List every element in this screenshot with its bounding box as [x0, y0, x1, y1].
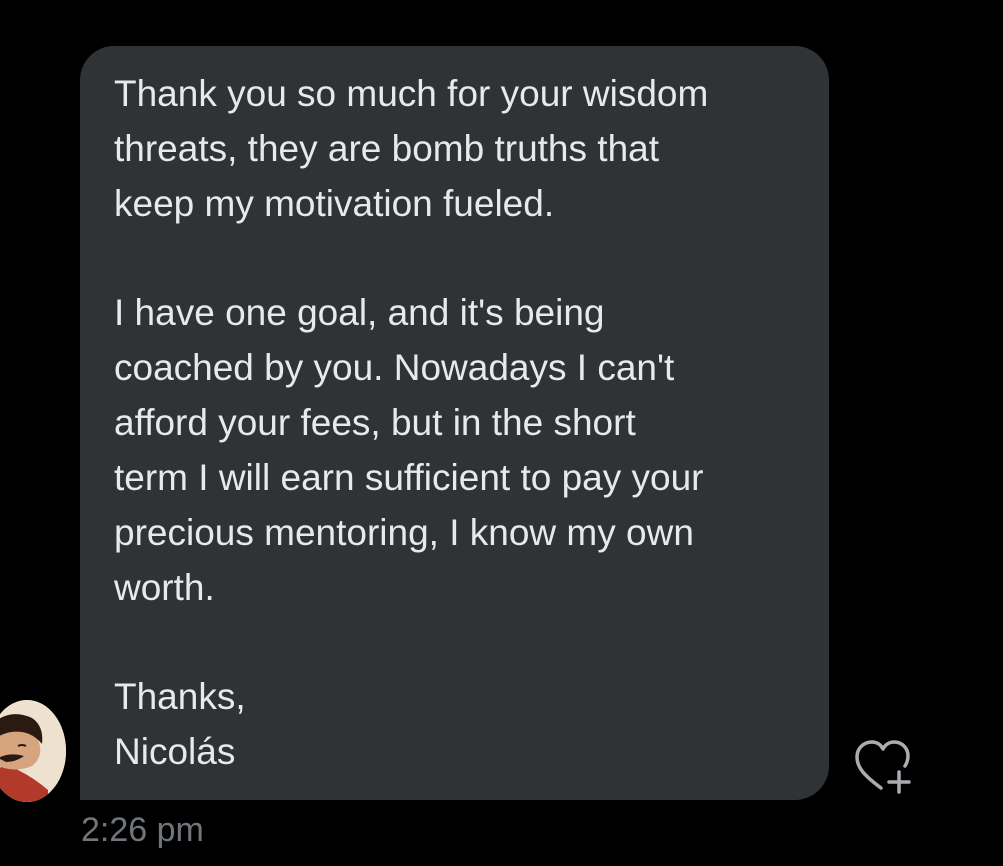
- message-timestamp: 2:26 pm: [81, 811, 204, 849]
- message-bubble[interactable]: Thank you so much for your wisdom threat…: [80, 46, 829, 800]
- message-paragraph-2: I have one goal, and it's being coached …: [114, 285, 799, 615]
- message-line: I have one goal, and it's being: [114, 292, 605, 333]
- message-line: precious mentoring, I know my own: [114, 512, 694, 553]
- add-reaction-button[interactable]: [853, 736, 919, 798]
- message-line: worth.: [114, 567, 215, 608]
- message-line: afford your fees, but in the short: [114, 402, 636, 443]
- message-line: term I will earn sufficient to pay your: [114, 457, 704, 498]
- message-line: Thank you so much for your wisdom: [114, 73, 709, 114]
- message-paragraph-1: Thank you so much for your wisdom threat…: [114, 66, 799, 231]
- heart-plus-icon: [855, 740, 911, 794]
- avatar-portrait-icon: [0, 700, 66, 802]
- message-line: keep my motivation fueled.: [114, 183, 555, 224]
- message-paragraph-3: Thanks, Nicolás: [114, 669, 799, 779]
- message-line: threats, they are bomb truths that: [114, 128, 660, 169]
- message-line: coached by you. Nowadays I can't: [114, 347, 675, 388]
- message-line: Nicolás: [114, 731, 236, 772]
- message-line: Thanks,: [114, 676, 246, 717]
- sender-avatar[interactable]: [0, 700, 66, 802]
